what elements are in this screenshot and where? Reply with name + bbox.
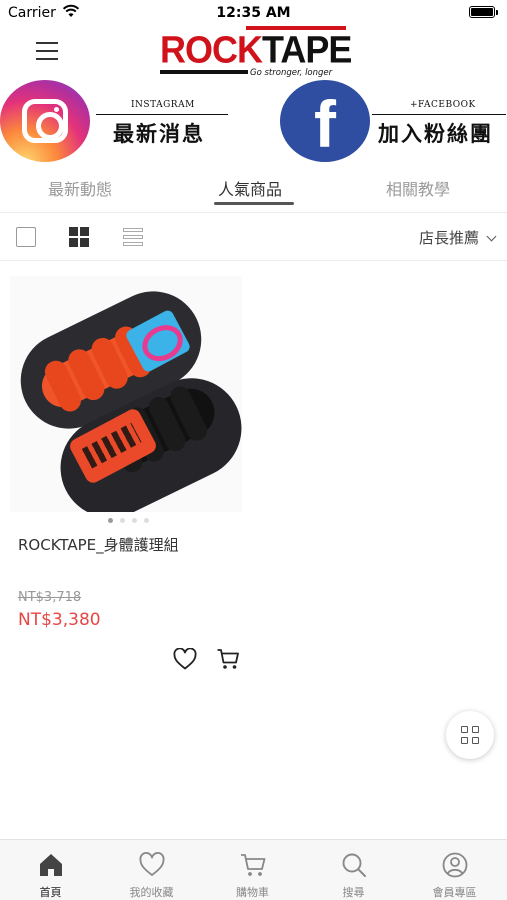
heart-icon bbox=[139, 852, 165, 876]
menu-icon[interactable] bbox=[36, 42, 58, 60]
pager-dot bbox=[144, 518, 149, 523]
single-view-icon[interactable] bbox=[16, 227, 36, 247]
tab-tutorials[interactable]: 相關教學 bbox=[386, 176, 450, 200]
pager-dot bbox=[132, 518, 137, 523]
facebook-big-label: 加入粉絲團 bbox=[378, 121, 493, 146]
nav-favorites[interactable]: 我的收藏 bbox=[101, 840, 202, 900]
facebook-small-label: +FACEBOOK bbox=[410, 100, 476, 110]
pager-dot bbox=[120, 518, 125, 523]
nav-label-cart: 購物車 bbox=[236, 886, 269, 899]
tab-popular[interactable]: 人氣商品 bbox=[218, 176, 282, 200]
product-card[interactable]: ROCKTAPE_身體護理組 NT$3,718 NT$3,380 bbox=[0, 262, 253, 682]
instagram-small-label: INSTAGRAM bbox=[131, 100, 195, 110]
view-toolbar: 店長推薦 bbox=[0, 214, 507, 260]
facebook-icon: f bbox=[280, 80, 370, 162]
original-price: NT$3,718 bbox=[18, 590, 82, 605]
cart-icon bbox=[241, 854, 266, 876]
active-tab-indicator bbox=[214, 202, 294, 205]
status-bar: Carrier 12:35 AM bbox=[0, 0, 507, 26]
logo-tagline: Go stronger, longer bbox=[250, 68, 333, 78]
grid-cell bbox=[461, 737, 468, 744]
add-to-cart-icon[interactable] bbox=[216, 647, 240, 671]
rocktape-logo[interactable]: ROCKTAPE Go stronger, longer bbox=[160, 26, 352, 80]
nav-cart[interactable]: 購物車 bbox=[202, 840, 303, 900]
nav-search[interactable]: 搜尋 bbox=[303, 840, 404, 900]
nav-label-home: 首頁 bbox=[39, 886, 62, 899]
sort-dropdown[interactable]: 店長推薦 bbox=[418, 227, 497, 248]
search-icon bbox=[342, 853, 366, 877]
favorite-heart-icon[interactable] bbox=[173, 648, 197, 670]
clock: 12:35 AM bbox=[216, 5, 291, 21]
grid-view-icon[interactable] bbox=[69, 227, 89, 247]
image-pager-dots bbox=[108, 518, 158, 526]
nav-member[interactable]: 會員專區 bbox=[404, 840, 505, 900]
tabs-divider bbox=[0, 212, 507, 213]
logo-underline bbox=[160, 70, 248, 74]
logo-wordmark: ROCKTAPE bbox=[160, 27, 352, 71]
battery-icon bbox=[469, 6, 495, 18]
sort-label: 店長推薦 bbox=[418, 229, 479, 247]
battery-tip bbox=[496, 10, 498, 15]
pager-dot bbox=[108, 518, 113, 523]
user-icon bbox=[442, 852, 468, 878]
home-icon bbox=[40, 854, 62, 876]
instagram-big-label: 最新消息 bbox=[113, 121, 205, 146]
bottom-nav: 首頁 我的收藏 購物車 搜尋 會員專區 bbox=[0, 839, 507, 900]
floating-grid-button[interactable] bbox=[446, 711, 494, 759]
chevron-down-icon bbox=[486, 231, 497, 242]
instagram-banner[interactable]: INSTAGRAM 最新消息 bbox=[0, 80, 240, 164]
nav-label-favorites: 我的收藏 bbox=[129, 886, 174, 899]
category-tabs: 最新動態 人氣商品 相關教學 bbox=[0, 166, 507, 210]
nav-label-search: 搜尋 bbox=[342, 886, 365, 899]
grid-cell bbox=[461, 726, 468, 733]
list-view-icon[interactable] bbox=[123, 228, 143, 246]
facebook-rule bbox=[372, 114, 506, 115]
grid-cell bbox=[472, 737, 479, 744]
grid-cell bbox=[472, 726, 479, 733]
product-name[interactable]: ROCKTAPE_身體護理組 bbox=[18, 534, 179, 555]
instagram-rule bbox=[96, 114, 228, 115]
toolbar-divider bbox=[0, 260, 507, 261]
instagram-icon bbox=[0, 80, 90, 162]
tab-latest[interactable]: 最新動態 bbox=[48, 176, 112, 200]
sale-price: NT$3,380 bbox=[18, 610, 101, 630]
product-image[interactable] bbox=[10, 276, 242, 512]
social-banner: INSTAGRAM 最新消息 f +FACEBOOK 加入粉絲團 bbox=[0, 80, 507, 164]
nav-label-member: 會員專區 bbox=[432, 886, 477, 899]
facebook-banner[interactable]: f +FACEBOOK 加入粉絲團 bbox=[280, 80, 507, 164]
nav-home[interactable]: 首頁 bbox=[0, 840, 101, 900]
app-header: ROCKTAPE Go stronger, longer bbox=[0, 26, 507, 80]
